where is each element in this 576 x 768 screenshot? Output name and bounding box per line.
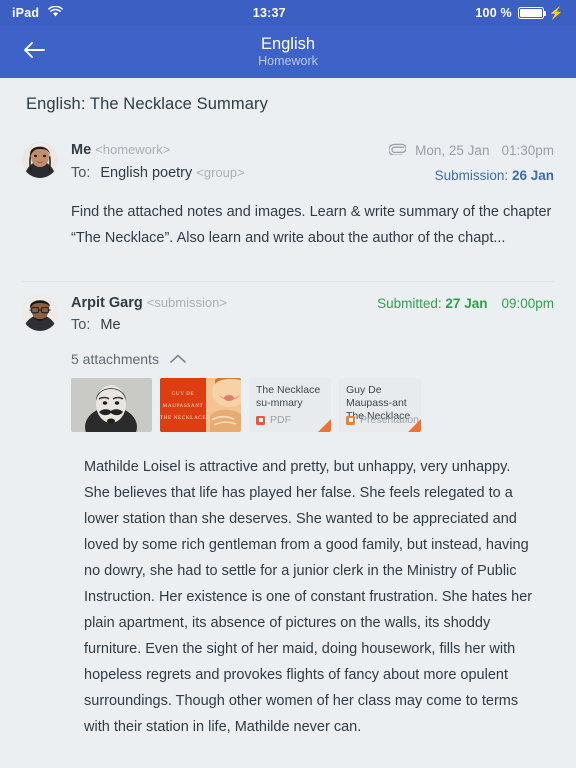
submitted-date: 27 Jan (445, 296, 488, 311)
svg-text:MAUPASSANT: MAUPASSANT (163, 403, 204, 409)
device-label: iPad (12, 6, 40, 20)
svg-text:GUY DE: GUY DE (172, 391, 195, 397)
submitted-time: 09:00pm (501, 296, 554, 311)
submission-label: Submission: (434, 168, 509, 183)
attachment-the-necklace-book-cover[interactable]: GUY DE MAUPASSANT THE NECKLACE (160, 378, 241, 432)
sender-tag: <homework> (95, 142, 171, 157)
avatar-male-photo[interactable] (22, 295, 58, 331)
message-date: Mon, 25 Jan (415, 143, 490, 158)
sender-row: Me <homework> (71, 139, 389, 161)
message-header: Arpit Garg <submission> To: Me Submitted… (22, 281, 554, 337)
message-item-submission[interactable]: Arpit Garg <submission> To: Me Submitted… (0, 281, 576, 740)
message-sender-block: Arpit Garg <submission> To: Me (58, 292, 377, 337)
pdf-file-icon (256, 415, 265, 425)
attachment-title: The Necklace su-mmary (256, 384, 321, 409)
lightning-bolt-icon: ⚡ (548, 6, 564, 20)
meta-date-group: Mon, 25 Jan 01:30pm (415, 141, 554, 161)
message-meta: Submitted: 27 Jan 09:00pm (377, 292, 554, 337)
app-bar-title: English (260, 35, 316, 53)
status-bar-time: 13:37 (252, 6, 286, 20)
submitted-row: Submitted: 27 Jan 09:00pm (377, 294, 554, 314)
sender-name: Me (71, 142, 92, 158)
to-label: To: (71, 165, 91, 181)
status-bar: iPad 13:37 100 % ⚡ (0, 0, 576, 26)
dogear-corner-icon (318, 419, 331, 432)
meta-date-row: Mon, 25 Jan 01:30pm (388, 141, 554, 161)
chevron-up-icon (169, 351, 187, 367)
paperclip-icon (388, 141, 407, 161)
app-bar-titles: English Homework (0, 26, 576, 78)
to-value: Me (100, 317, 121, 333)
wifi-icon (48, 5, 64, 20)
sender-tag: <submission> (146, 295, 227, 310)
attachment-type-label: PDF (270, 414, 291, 426)
message-body-text: Find the attached notes and images. Lear… (71, 204, 552, 246)
attachments-count-label: 5 attachments (71, 351, 159, 367)
dogear-corner-icon (408, 419, 421, 432)
to-value: English poetry (100, 165, 193, 181)
back-arrow-icon (22, 40, 46, 65)
attachment-presentation-attachment[interactable]: Guy De Maupass-ant The Necklace Presenta… (339, 378, 421, 432)
avatar-female-photo[interactable] (22, 142, 58, 178)
sender-row: Arpit Garg <submission> (71, 292, 377, 314)
back-button[interactable] (14, 32, 54, 72)
to-tag: <group> (196, 165, 245, 180)
submission-due-row: Submission: 26 Jan (389, 161, 554, 187)
message-header: Me <homework> To: English poetry <group> (22, 128, 554, 187)
app-bar: English Homework (0, 26, 576, 78)
to-label: To: (71, 317, 91, 333)
message-item-homework[interactable]: Me <homework> To: English poetry <group> (0, 128, 576, 281)
attachments-strip: GUY DE MAUPASSANT THE NECKLACE The Neckl… (22, 367, 554, 432)
sender-name: Arpit Garg (71, 295, 143, 311)
battery-percent-label: 100 % (475, 6, 512, 20)
submission-body-text: Mathilde Loisel is attractive and pretty… (84, 459, 533, 735)
message-sender-block: Me <homework> To: English poetry <group> (58, 139, 389, 187)
submitted-label-group: Submitted: 27 Jan (377, 294, 487, 314)
app-bar-subtitle: Homework (258, 54, 318, 68)
presentation-file-icon (346, 415, 355, 425)
battery-full-icon (517, 7, 547, 19)
attachment-guy-de-maupassant-portrait-photo[interactable] (71, 378, 152, 432)
attachment-type-row: PDF (256, 414, 291, 426)
attachment-pdf-attachment[interactable]: The Necklace su-mmary PDF (249, 378, 331, 432)
recipient-row: To: Me (71, 314, 377, 337)
message-thread: English: The Necklace Summary Me <homewo… (0, 78, 576, 768)
message-time: 01:30pm (501, 143, 554, 158)
submission-date: 26 Jan (511, 168, 554, 183)
svg-text:THE NECKLACE: THE NECKLACE (160, 415, 206, 421)
message-meta: Mon, 25 Jan 01:30pm Submission: 26 Jan (388, 139, 554, 187)
status-bar-right: 100 % ⚡ (475, 6, 564, 20)
attachments-toggle[interactable]: 5 attachments (22, 337, 554, 367)
submitted-label: Submitted: (377, 296, 442, 311)
recipient-row: To: English poetry <group> (71, 161, 389, 185)
status-bar-left: iPad (12, 5, 64, 20)
page-title: English: The Necklace Summary (26, 95, 268, 113)
